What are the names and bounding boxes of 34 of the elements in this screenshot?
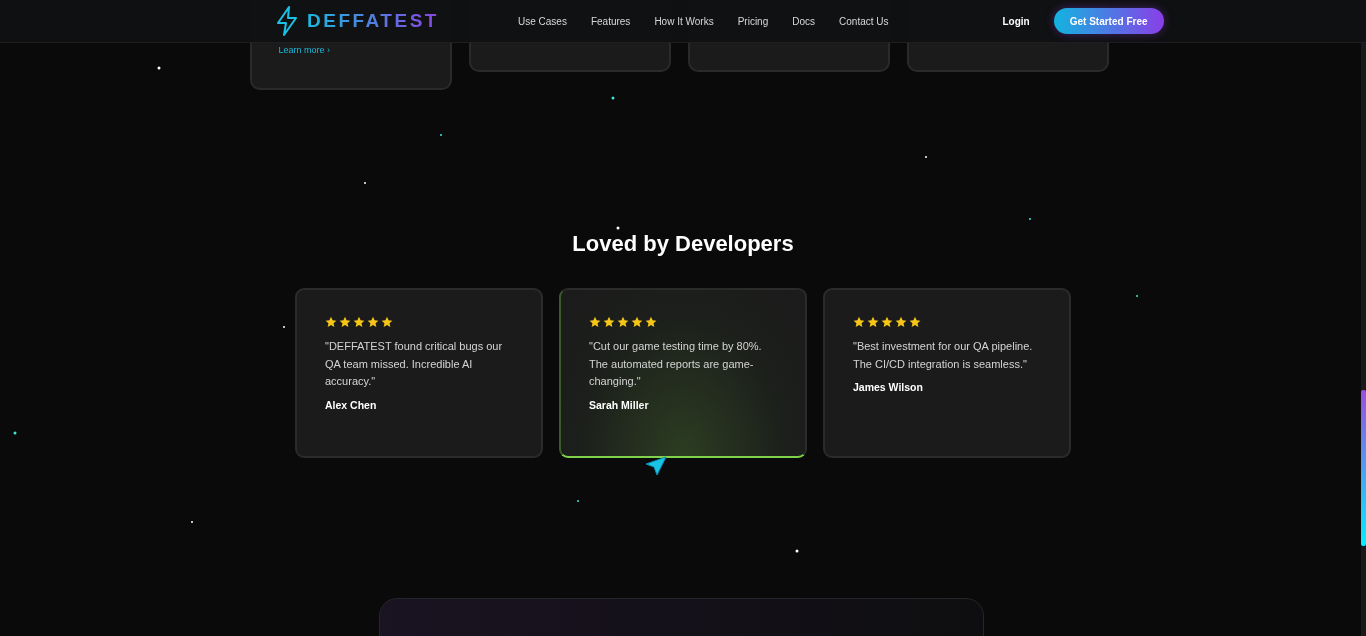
star-icon bbox=[325, 316, 337, 328]
star-icon bbox=[881, 316, 893, 328]
star-icon bbox=[645, 316, 657, 328]
nav-link[interactable]: Docs bbox=[792, 15, 816, 27]
star-icon bbox=[603, 316, 615, 328]
star-icon bbox=[353, 316, 365, 328]
star-icon bbox=[367, 316, 379, 328]
cursor-icon bbox=[645, 456, 667, 476]
star-icon bbox=[631, 316, 643, 328]
star-icon bbox=[381, 316, 393, 328]
star-icon bbox=[853, 316, 865, 328]
star-icon bbox=[339, 316, 351, 328]
testimonial-quote: "DEFFATEST found critical bugs our QA team missed. Incredible AI accuracy." bbox=[325, 339, 504, 389]
author-name: James Wilson bbox=[853, 381, 924, 393]
star-icon bbox=[617, 316, 629, 328]
star-icon bbox=[867, 316, 879, 328]
star-icon bbox=[895, 316, 907, 328]
nav-link[interactable]: Pricing bbox=[737, 15, 769, 27]
star-icon bbox=[909, 316, 921, 328]
nav-link[interactable]: Contact Us bbox=[839, 15, 889, 27]
star-icon bbox=[589, 316, 601, 328]
testimonial-quote: "Cut our game testing time by 80%. The automated reports are game-changing." bbox=[589, 339, 763, 389]
login-link[interactable]: Login bbox=[1002, 15, 1030, 27]
nav-link[interactable]: Features bbox=[590, 15, 631, 27]
section-title: Loved by Developers bbox=[572, 230, 794, 258]
scroll-thumb[interactable] bbox=[1361, 390, 1366, 546]
nav-link[interactable]: Use Cases bbox=[518, 15, 567, 27]
author-name: Sarah Miller bbox=[589, 398, 650, 411]
get-started-button[interactable]: Get Started Free bbox=[1053, 8, 1164, 34]
author-name: Alex Chen bbox=[325, 398, 378, 411]
testimonial-quote: "Best investment for our QA pipeline. The CI/CD integration is seamless." bbox=[853, 339, 1034, 372]
nav-link[interactable]: How It Works bbox=[654, 15, 714, 27]
lightning-icon bbox=[276, 6, 298, 36]
learn-more-link[interactable]: Learn more › bbox=[278, 45, 331, 55]
